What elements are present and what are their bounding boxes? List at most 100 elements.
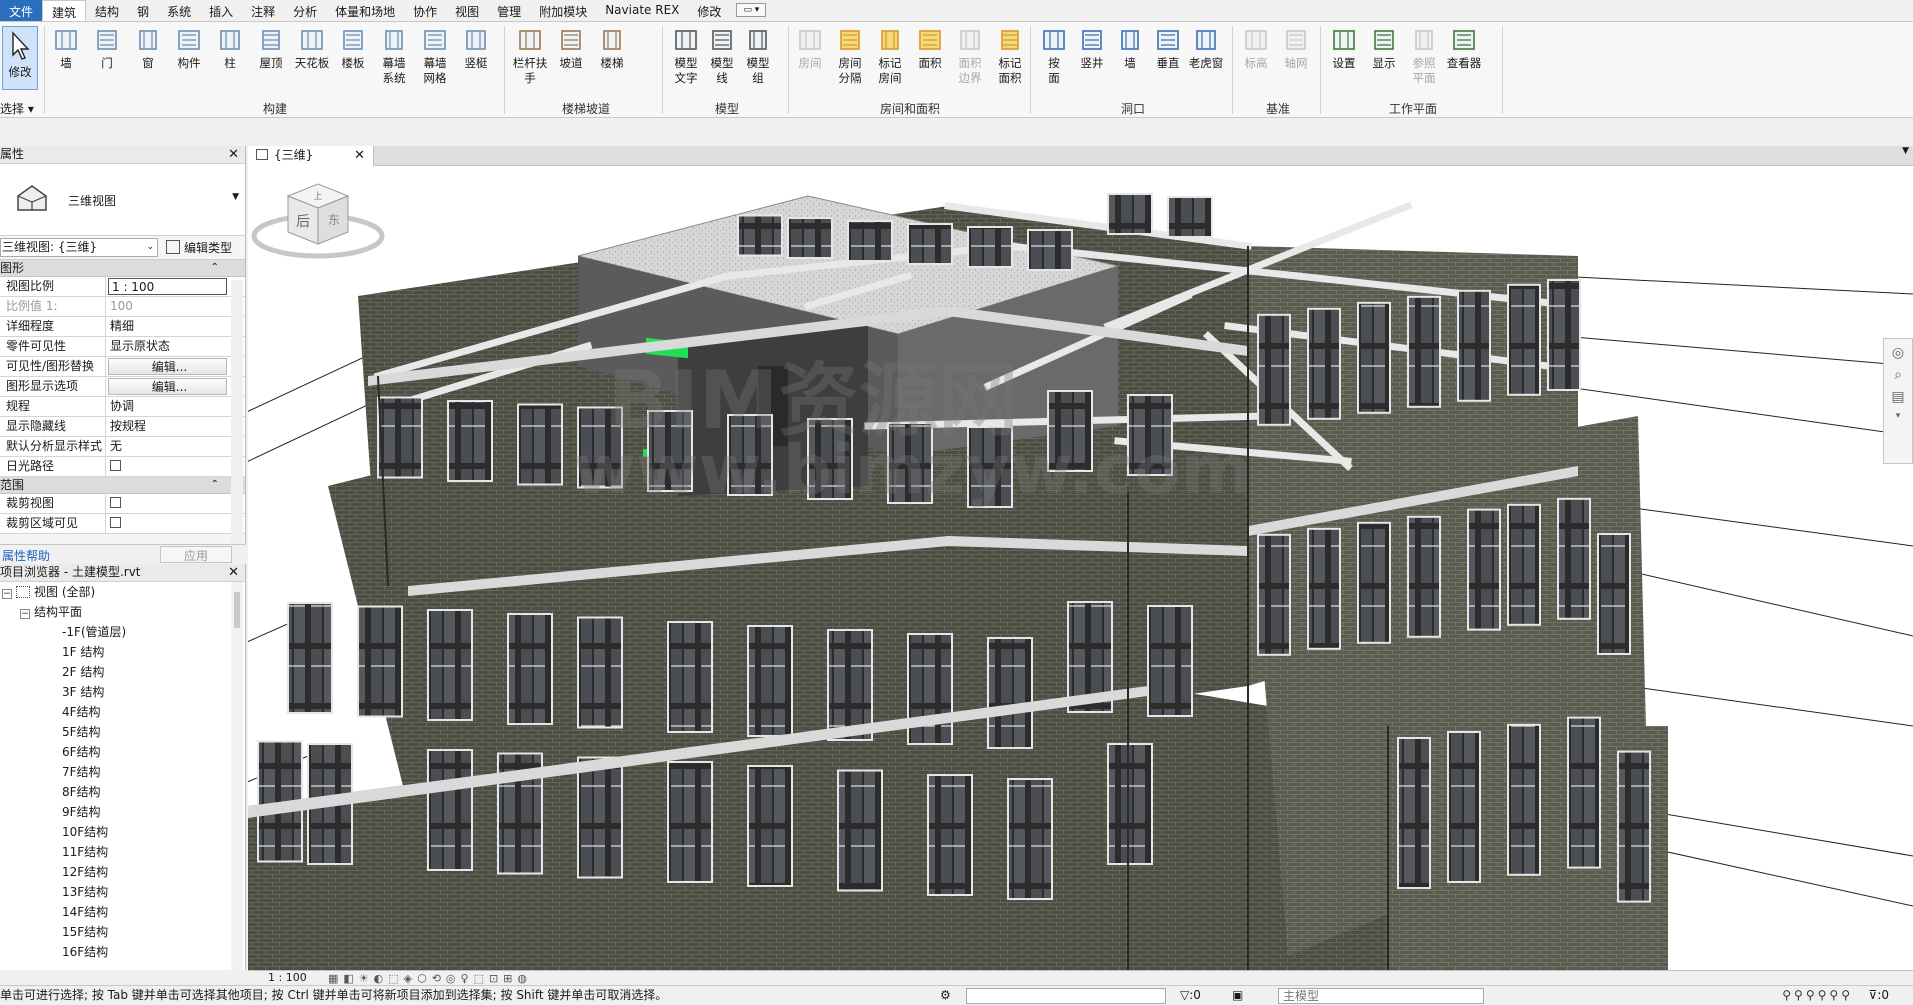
model-button-0[interactable]: 模型 文字: [668, 26, 704, 86]
tab-2[interactable]: 结构: [86, 0, 128, 21]
tab-9[interactable]: 协作: [404, 0, 446, 21]
window-element[interactable]: [1107, 193, 1153, 235]
property-value[interactable]: 编辑...: [108, 378, 227, 395]
room_area-button-3[interactable]: 面积: [912, 26, 948, 71]
window-element[interactable]: [1617, 750, 1651, 903]
window-element[interactable]: [837, 769, 883, 892]
window-element[interactable]: [427, 749, 473, 871]
tree-item[interactable]: 5F结构: [0, 722, 231, 742]
window-element[interactable]: [377, 396, 423, 479]
window-element[interactable]: [737, 214, 783, 257]
window-element[interactable]: [1407, 295, 1441, 408]
build-button-10[interactable]: 竖梃: [458, 26, 494, 71]
property-value[interactable]: [106, 457, 227, 476]
datum-button-1[interactable]: 轴网: [1278, 26, 1314, 71]
design-option-icon[interactable]: ▣: [1232, 986, 1243, 1005]
view-control-icons[interactable]: ▦◧☀◐⬚◈⬡⟲◎♀⬚⊡⊞◍: [328, 972, 532, 985]
tab-1[interactable]: 建筑: [42, 0, 87, 21]
model-button-1[interactable]: 模型 线: [704, 26, 740, 86]
properties-scrollbar[interactable]: [231, 280, 243, 544]
tree-root-views[interactable]: − 视图 (全部): [0, 582, 231, 602]
chevron-down-icon[interactable]: ▼: [1902, 146, 1909, 156]
room_area-button-2[interactable]: 标记 房间: [872, 26, 908, 86]
checkbox[interactable]: [110, 497, 121, 508]
window-element[interactable]: [1147, 605, 1193, 717]
window-element[interactable]: [1597, 533, 1631, 655]
window-element[interactable]: [787, 217, 833, 259]
window-element[interactable]: [987, 637, 1033, 749]
zoom-icon[interactable]: ⌕: [1884, 367, 1912, 383]
property-value[interactable]: 1 : 100: [108, 278, 227, 295]
tree-item[interactable]: 2F 结构: [0, 662, 231, 682]
property-value[interactable]: 无: [106, 437, 227, 456]
tab-4[interactable]: 系统: [158, 0, 200, 21]
build-button-4[interactable]: 柱: [212, 26, 248, 71]
window-element[interactable]: [447, 400, 493, 482]
room_area-button-4[interactable]: 面积 边界: [952, 26, 988, 86]
circulation-button-2[interactable]: 楼梯: [594, 26, 630, 71]
build-button-8[interactable]: 幕墙 系统: [376, 26, 412, 86]
build-button-2[interactable]: 窗: [130, 26, 166, 71]
property-value[interactable]: 显示原状态: [106, 337, 227, 356]
opening-button-2[interactable]: 墙: [1112, 26, 1148, 71]
window-element[interactable]: [1047, 390, 1093, 472]
tab-11[interactable]: 管理: [488, 0, 530, 21]
checkbox[interactable]: [110, 517, 121, 528]
property-value[interactable]: 精细: [106, 317, 227, 336]
tab-6[interactable]: 注释: [242, 0, 284, 21]
property-value[interactable]: [106, 514, 227, 533]
collapse-toggle-icon[interactable]: −: [2, 589, 12, 599]
chevron-down-icon[interactable]: ▾: [1884, 411, 1912, 421]
window-element[interactable]: [1357, 301, 1391, 414]
view-scale[interactable]: 1 : 100: [268, 971, 307, 984]
circulation-button-1[interactable]: 坡道: [553, 26, 589, 71]
tree-item[interactable]: 1F 结构: [0, 642, 231, 662]
model-combo[interactable]: 主模型: [1278, 988, 1484, 1004]
window-element[interactable]: [1557, 497, 1591, 620]
window-element[interactable]: [1257, 533, 1291, 656]
tab-14[interactable]: 修改: [688, 0, 730, 21]
opening-button-4[interactable]: 老虎窗: [1188, 26, 1224, 71]
build-button-5[interactable]: 屋顶: [253, 26, 289, 71]
tree-item[interactable]: 3F 结构: [0, 682, 231, 702]
workplane-button-3[interactable]: 查看器: [1446, 26, 1482, 71]
tab-13[interactable]: Naviate REX: [596, 0, 688, 21]
tree-item[interactable]: 14F结构: [0, 902, 231, 922]
opening-button-0[interactable]: 按 面: [1036, 26, 1072, 86]
window-element[interactable]: [727, 414, 773, 496]
tree-item[interactable]: 11F结构: [0, 842, 231, 862]
window-element[interactable]: [1307, 307, 1341, 420]
edit-type-button[interactable]: 编辑类型: [166, 239, 232, 256]
build-button-7[interactable]: 楼板: [335, 26, 371, 71]
tab-3d-view[interactable]: {三维} ✕: [248, 146, 374, 166]
tab-5[interactable]: 插入: [200, 0, 242, 21]
room_area-button-5[interactable]: 标记 面积: [992, 26, 1028, 86]
window-element[interactable]: [1007, 778, 1053, 900]
window-element[interactable]: [667, 621, 713, 733]
room_area-button-0[interactable]: 房间: [792, 26, 828, 71]
window-element[interactable]: [1357, 521, 1391, 644]
viewcube-front-face[interactable]: 后: [296, 214, 310, 230]
collapse-icon[interactable]: ⌃: [211, 260, 219, 276]
window-element[interactable]: [887, 422, 933, 504]
window-element[interactable]: [517, 403, 563, 486]
tab-10[interactable]: 视图: [446, 0, 488, 21]
opening-button-3[interactable]: 垂直: [1150, 26, 1186, 71]
window-element[interactable]: [667, 761, 713, 883]
room_area-button-1[interactable]: 房间 分隔: [832, 26, 868, 86]
tree-item[interactable]: 15F结构: [0, 922, 231, 942]
tab-7[interactable]: 分析: [284, 0, 326, 21]
window-element[interactable]: [1027, 229, 1073, 271]
window-element[interactable]: [827, 629, 873, 741]
window-element[interactable]: [1307, 527, 1341, 650]
window-element[interactable]: [1447, 731, 1481, 883]
tree-item[interactable]: 4F结构: [0, 702, 231, 722]
window-element[interactable]: [967, 426, 1013, 508]
build-button-3[interactable]: 构件: [171, 26, 207, 71]
filter-count[interactable]: ⊽:0: [1869, 986, 1889, 1005]
tree-item[interactable]: 13F结构: [0, 882, 231, 902]
tree-group-structural-plans[interactable]: − 结构平面: [0, 602, 231, 622]
window-element[interactable]: [1507, 723, 1541, 876]
window-element[interactable]: [427, 609, 473, 721]
tree-item[interactable]: 16F结构: [0, 942, 231, 962]
